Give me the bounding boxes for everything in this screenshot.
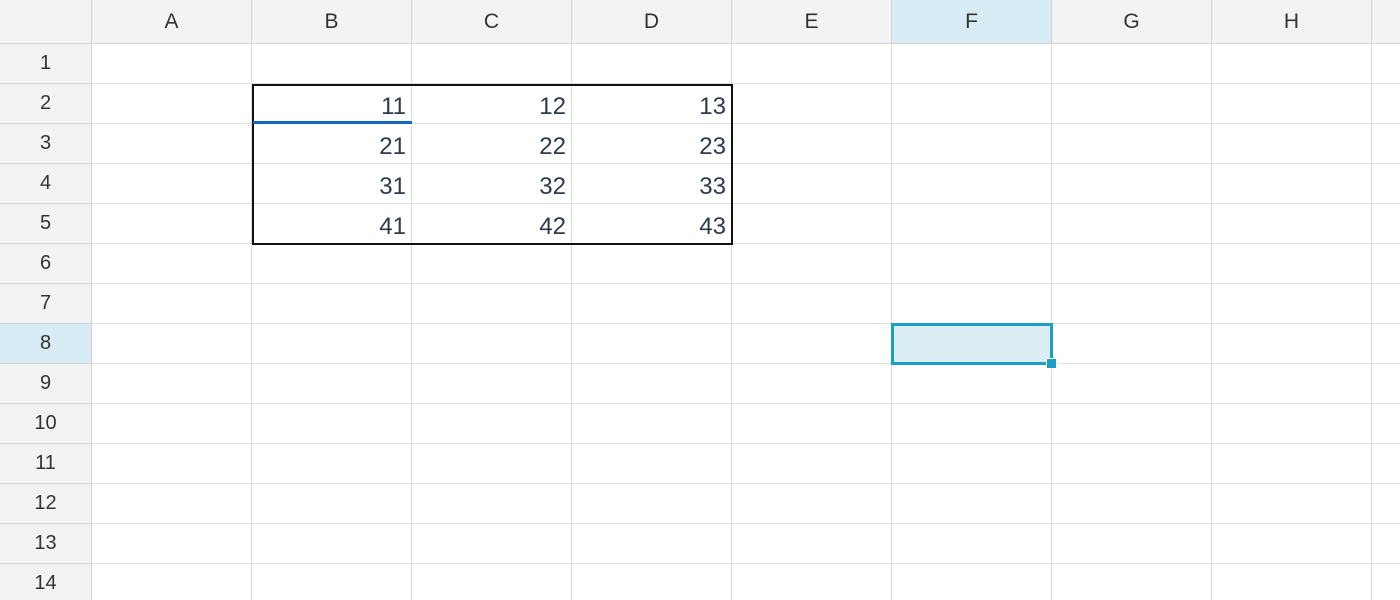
cell-c5[interactable]: 42 bbox=[412, 204, 572, 244]
cell-b3[interactable]: 21 bbox=[252, 124, 412, 164]
cell-c3[interactable]: 22 bbox=[412, 124, 572, 164]
gridline bbox=[1211, 44, 1212, 600]
gridline bbox=[92, 483, 1400, 484]
cell-d2[interactable]: 13 bbox=[572, 84, 732, 124]
row-header-10[interactable]: 10 bbox=[0, 404, 92, 444]
gridline bbox=[92, 563, 1400, 564]
row-header-3[interactable]: 3 bbox=[0, 124, 92, 164]
row-header-9[interactable]: 9 bbox=[0, 364, 92, 404]
column-header-b[interactable]: B bbox=[252, 0, 412, 44]
gridline bbox=[1371, 44, 1372, 600]
cell-b5[interactable]: 41 bbox=[252, 204, 412, 244]
column-header-a[interactable]: A bbox=[92, 0, 252, 44]
column-header-e[interactable]: E bbox=[732, 0, 892, 44]
row-header-14[interactable]: 14 bbox=[0, 564, 92, 600]
cell-c2[interactable]: 12 bbox=[412, 84, 572, 124]
gridline bbox=[92, 403, 1400, 404]
gridline bbox=[92, 443, 1400, 444]
row-header-6[interactable]: 6 bbox=[0, 244, 92, 284]
column-header-d[interactable]: D bbox=[572, 0, 732, 44]
row-header-4[interactable]: 4 bbox=[0, 164, 92, 204]
select-all-corner[interactable] bbox=[0, 0, 92, 44]
fill-handle[interactable] bbox=[1046, 358, 1057, 369]
row-header-13[interactable]: 13 bbox=[0, 524, 92, 564]
gridline bbox=[92, 323, 1400, 324]
cell-c4[interactable]: 32 bbox=[412, 164, 572, 204]
gridline bbox=[92, 523, 1400, 524]
gridline bbox=[891, 44, 892, 600]
row-header-1[interactable]: 1 bbox=[0, 44, 92, 84]
cell-d5[interactable]: 43 bbox=[572, 204, 732, 244]
cell-b2-underline bbox=[253, 121, 412, 124]
spreadsheet-grid[interactable]: A B C D E F G H 1 2 3 4 5 6 7 8 9 10 11 … bbox=[0, 0, 1400, 600]
column-header-c[interactable]: C bbox=[412, 0, 572, 44]
cell-b4[interactable]: 31 bbox=[252, 164, 412, 204]
row-header-11[interactable]: 11 bbox=[0, 444, 92, 484]
row-header-12[interactable]: 12 bbox=[0, 484, 92, 524]
row-header-8[interactable]: 8 bbox=[0, 324, 92, 364]
column-header-h[interactable]: H bbox=[1212, 0, 1372, 44]
selected-cell-f8[interactable] bbox=[891, 323, 1053, 365]
cell-d3[interactable]: 23 bbox=[572, 124, 732, 164]
gridline bbox=[92, 363, 1400, 364]
gridline bbox=[92, 283, 1400, 284]
row-header-5[interactable]: 5 bbox=[0, 204, 92, 244]
column-header-partial[interactable] bbox=[1372, 0, 1400, 44]
row-header-2[interactable]: 2 bbox=[0, 84, 92, 124]
gridline bbox=[1051, 44, 1052, 600]
column-header-g[interactable]: G bbox=[1052, 0, 1212, 44]
column-header-f[interactable]: F bbox=[892, 0, 1052, 44]
row-header-7[interactable]: 7 bbox=[0, 284, 92, 324]
cell-b2[interactable]: 11 bbox=[252, 84, 412, 124]
cell-d4[interactable]: 33 bbox=[572, 164, 732, 204]
